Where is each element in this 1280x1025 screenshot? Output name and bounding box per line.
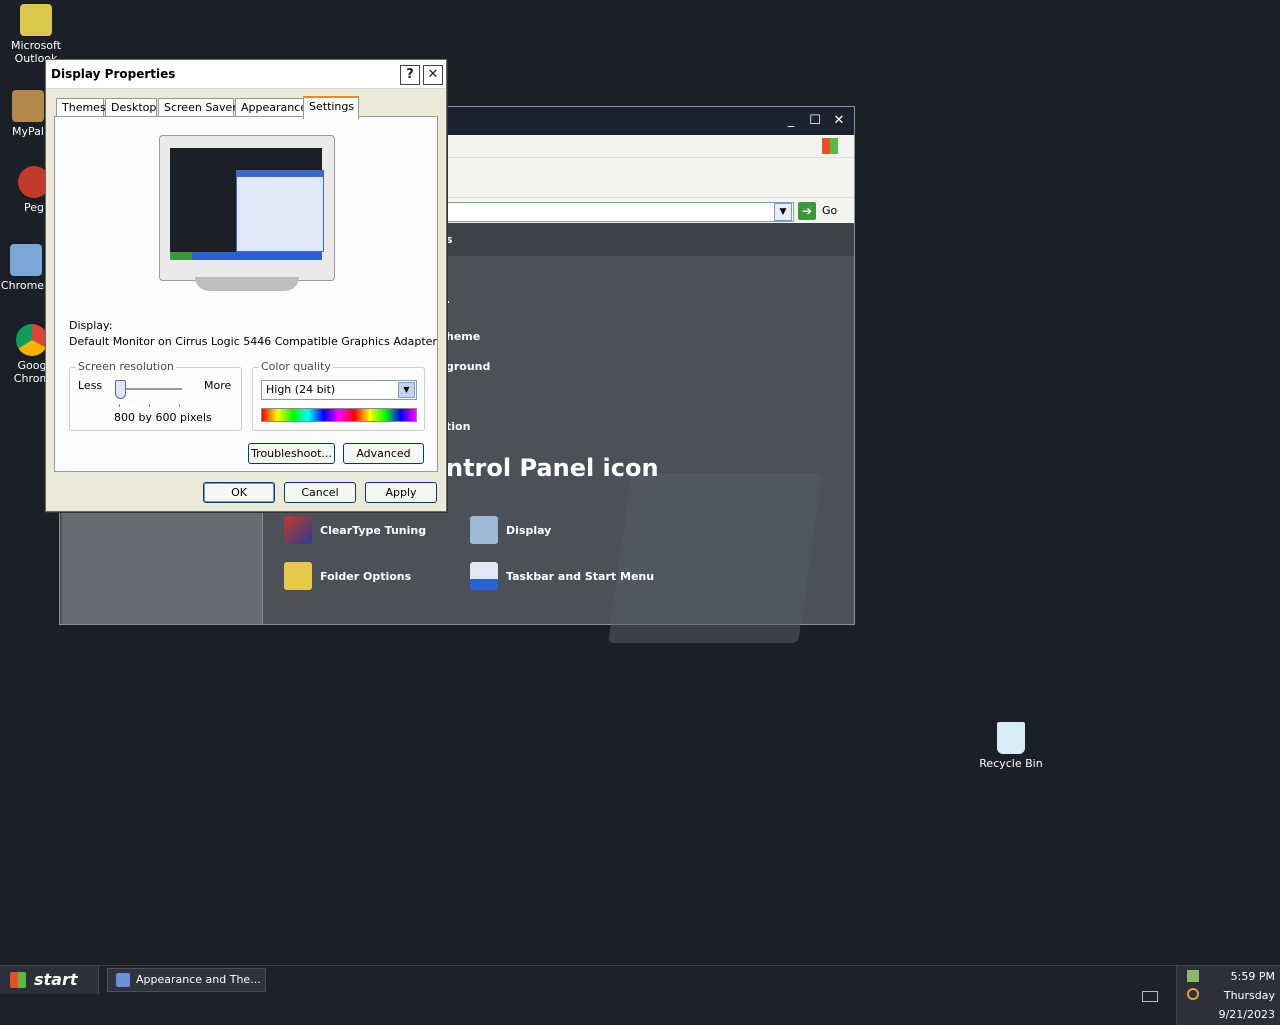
color-quality-select[interactable]: High (24 bit) ▼ <box>261 380 417 400</box>
cleartype-icon <box>284 516 312 544</box>
ok-button[interactable]: OK <box>203 482 275 503</box>
mypal-icon <box>12 90 44 122</box>
slider-tick <box>149 404 150 407</box>
help-button[interactable]: ? <box>400 65 420 85</box>
taskbar-item-label: Appearance and The... <box>136 973 261 986</box>
close-icon[interactable]: ✕ <box>830 113 848 129</box>
settings-panel: Display: Default Monitor on Cirrus Logic… <box>54 116 438 472</box>
chrome-setup-icon <box>10 244 42 276</box>
clock-time[interactable]: 5:59 PM <box>1231 970 1275 983</box>
monitor-stand <box>195 277 299 291</box>
recycle-bin-icon <box>997 722 1025 754</box>
monitor-preview <box>159 135 335 291</box>
display-properties-dialog[interactable]: Display Properties ? ✕ Themes Desktop Sc… <box>45 59 447 512</box>
display-label: Display: <box>69 319 113 332</box>
resolution-slider-track[interactable] <box>118 388 182 391</box>
item-label: Display <box>506 523 552 537</box>
system-tray: 5:59 PM Thursday 9/21/2023 <box>1176 966 1280 1025</box>
start-label: start <box>34 970 78 989</box>
display-item[interactable]: Display <box>470 516 551 544</box>
monitor-case <box>159 135 335 281</box>
watermark-graphic <box>608 473 822 643</box>
taskbar-icon <box>470 562 498 590</box>
resolution-slider-thumb[interactable] <box>115 380 126 399</box>
cp-partial-link[interactable]: heme <box>446 330 480 343</box>
chevron-down-icon[interactable]: ▼ <box>398 382 415 398</box>
clock-day: Thursday <box>1223 989 1275 1002</box>
maximize-icon[interactable]: ☐ <box>806 113 824 129</box>
outlook-icon <box>20 4 52 36</box>
apply-button[interactable]: Apply <box>365 482 437 503</box>
folder-options-item[interactable]: Folder Options <box>284 562 411 590</box>
advanced-button[interactable]: Advanced <box>343 443 424 464</box>
color-quality-title: Color quality <box>259 360 333 373</box>
item-label: Taskbar and Start Menu <box>506 569 655 583</box>
tab-desktop[interactable]: Desktop <box>105 98 157 117</box>
go-arrow-icon: ➔ <box>798 202 816 220</box>
taskbar-start-menu-item[interactable]: Taskbar and Start Menu <box>470 562 654 590</box>
tab-settings[interactable]: Settings <box>303 96 359 119</box>
monitor-screen <box>170 148 324 260</box>
preview-taskbar <box>170 252 322 260</box>
tab-screen-saver[interactable]: Screen Saver <box>158 98 237 117</box>
screen-resolution-group: Screen resolution Less More 800 by 600 p… <box>69 360 242 431</box>
less-label: Less <box>78 379 103 392</box>
item-label: ClearType Tuning <box>320 523 427 537</box>
chevron-down-icon[interactable]: ▼ <box>774 203 792 221</box>
network-icon[interactable] <box>1187 970 1199 982</box>
cp-partial-link[interactable]: tion <box>446 420 470 433</box>
tab-themes[interactable]: Themes <box>56 98 106 117</box>
windows-logo-icon <box>10 972 26 988</box>
slider-tick <box>119 404 120 407</box>
keyboard-icon[interactable] <box>1142 991 1158 1002</box>
close-button[interactable]: ✕ <box>423 65 443 85</box>
dialog-title: Display Properties <box>51 67 176 81</box>
minimize-icon[interactable]: _ <box>782 113 800 129</box>
preview-window-titlebar <box>237 171 323 177</box>
cleartype-tuning-item[interactable]: ClearType Tuning <box>284 516 426 544</box>
clock-date: 9/21/2023 <box>1218 1008 1275 1021</box>
dialog-titlebar[interactable]: Display Properties ? ✕ <box>46 60 446 89</box>
display-icon <box>470 516 498 544</box>
troubleshoot-button[interactable]: Troubleshoot... <box>248 443 335 464</box>
slider-tick <box>179 404 180 407</box>
go-button[interactable]: ➔ Go <box>798 202 848 220</box>
taskbar-item-appearance[interactable]: Appearance and The... <box>107 968 266 992</box>
tab-appearance[interactable]: Appearance <box>235 98 307 117</box>
preview-window <box>236 170 324 252</box>
taskbar: start Appearance and The... 5:59 PM Thur… <box>0 965 1280 1025</box>
cp-section-heading: ntrol Panel icon <box>446 454 659 482</box>
cp-partial-link[interactable]: ground <box>446 360 490 373</box>
item-label: Folder Options <box>320 569 412 583</box>
color-quality-group: Color quality High (24 bit) ▼ <box>252 360 425 431</box>
windows-logo-icon <box>822 138 838 154</box>
go-label: Go <box>822 204 838 217</box>
preview-start-button <box>170 252 192 260</box>
screen-resolution-title: Screen resolution <box>76 360 176 373</box>
more-label: More <box>204 379 232 392</box>
display-value: Default Monitor on Cirrus Logic 5446 Com… <box>69 335 437 348</box>
chrome-icon <box>16 324 48 356</box>
cancel-button[interactable]: Cancel <box>284 482 356 503</box>
desktop-icon-label: Recycle Bin <box>979 757 1043 770</box>
desktop-icon-recycle-bin[interactable]: Recycle Bin <box>973 722 1049 770</box>
start-button[interactable]: start <box>0 966 99 994</box>
color-quality-value: High (24 bit) <box>266 383 336 396</box>
color-spectrum-bar <box>261 408 417 422</box>
folder-options-icon <box>284 562 312 590</box>
desktop-icon-outlook[interactable]: Microsoft Outlook <box>0 4 74 65</box>
search-icon[interactable] <box>1187 988 1199 1000</box>
control-panel-icon <box>116 973 130 987</box>
